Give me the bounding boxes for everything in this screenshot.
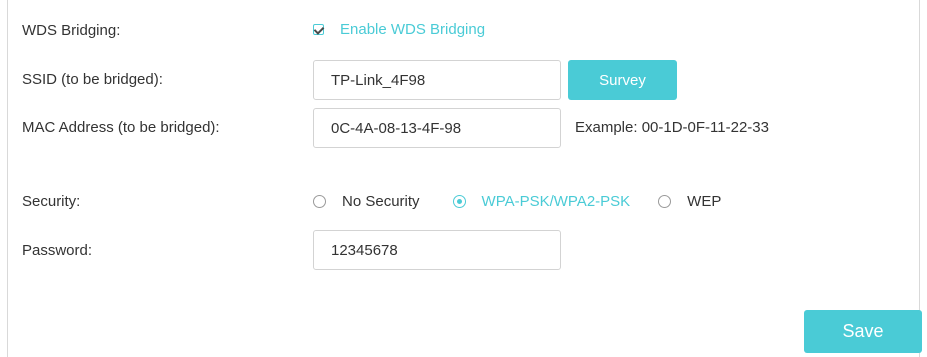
security-label: Security: xyxy=(22,193,81,210)
mac-address-input[interactable] xyxy=(313,108,561,148)
ssid-label: SSID (to be bridged): xyxy=(22,71,163,88)
survey-button[interactable]: Survey xyxy=(568,60,677,100)
mac-example-hint: Example: 00-1D-0F-11-22-33 xyxy=(575,119,769,136)
security-option-wep[interactable]: WEP xyxy=(658,193,721,210)
wds-bridging-label: WDS Bridging: xyxy=(22,22,121,39)
password-input[interactable] xyxy=(313,230,561,270)
save-button[interactable]: Save xyxy=(804,310,922,353)
security-option-label[interactable]: WEP xyxy=(687,193,721,210)
enable-wds-label[interactable]: Enable WDS Bridging xyxy=(340,21,485,38)
password-label: Password: xyxy=(22,242,93,259)
security-option-label[interactable]: No Security xyxy=(342,193,420,210)
security-radio-group: No Security WPA-PSK/WPA2-PSK WEP xyxy=(313,193,721,210)
security-option-no-security[interactable]: No Security xyxy=(313,193,420,210)
radio-unchecked-icon[interactable] xyxy=(658,195,672,208)
security-option-label[interactable]: WPA-PSK/WPA2-PSK xyxy=(482,193,631,210)
ssid-input[interactable] xyxy=(313,60,561,100)
enable-wds-checkbox[interactable]: Enable WDS Bridging xyxy=(313,21,485,38)
checkbox-checked-icon[interactable] xyxy=(313,24,324,35)
security-option-wpa-psk[interactable]: WPA-PSK/WPA2-PSK xyxy=(452,193,631,210)
radio-checked-icon[interactable] xyxy=(452,195,466,208)
mac-address-label: MAC Address (to be bridged): xyxy=(22,119,220,136)
wds-settings-panel xyxy=(7,0,920,357)
radio-unchecked-icon[interactable] xyxy=(313,195,326,208)
